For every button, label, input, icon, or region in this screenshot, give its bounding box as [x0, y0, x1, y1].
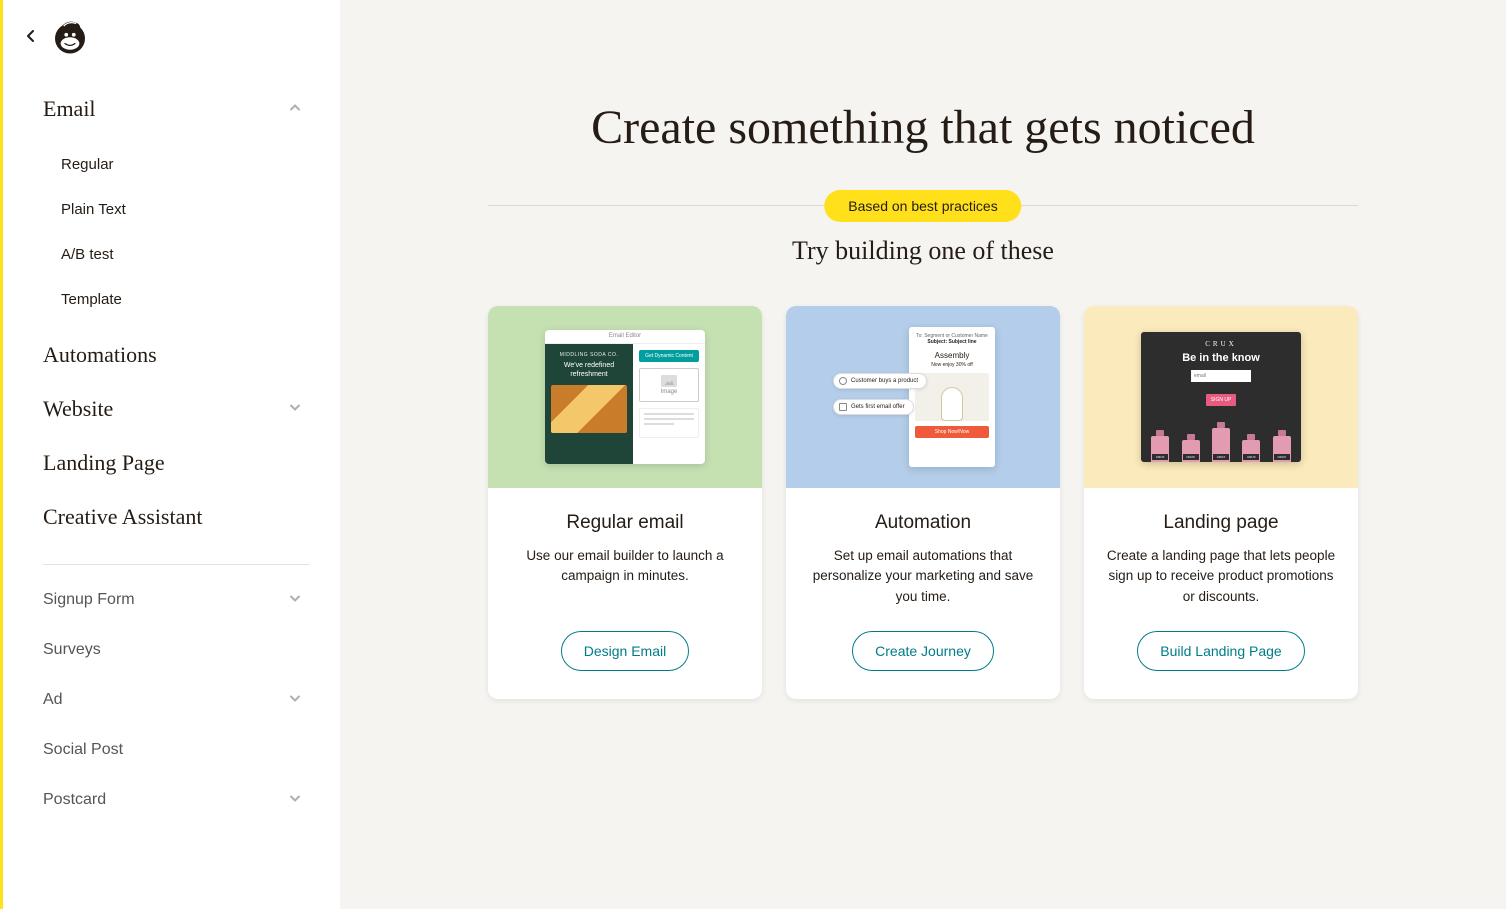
bottle-label: CRUX [1213, 454, 1229, 460]
bottle-label: CRUX [1183, 454, 1199, 460]
chevron-down-icon [288, 690, 302, 711]
nav-item-social-post[interactable]: Social Post [43, 725, 310, 775]
lamp-icon [941, 387, 963, 421]
landing-mockup: CRUX Be in the know SIGN UP CRUX CRUX CR… [1141, 332, 1301, 462]
mockup-bottles: CRUX CRUX CRUX CRUX CRUX [1141, 420, 1301, 462]
card-body: Regular email Use our email builder to l… [488, 488, 762, 699]
chip-label: Customer buys a product [851, 378, 918, 384]
chevron-down-icon [288, 399, 302, 420]
card-hero-illustration: CRUX Be in the know SIGN UP CRUX CRUX CR… [1084, 306, 1358, 488]
mockup-text-box [639, 408, 699, 438]
email-editor-mockup: Email Editor MIDDLING SODA CO. We've red… [545, 330, 705, 464]
nav-sub-ab-test[interactable]: A/B test [43, 232, 310, 277]
nav-label: Signup Form [43, 591, 135, 608]
card-description: Create a landing page that lets people s… [1102, 546, 1340, 607]
nav-sub-plain-text[interactable]: Plain Text [43, 187, 310, 232]
best-practices-pill: Based on best practices [824, 190, 1021, 222]
automation-chip-1: Customer buys a product [833, 373, 927, 389]
mockup-headline: Be in the know [1149, 352, 1293, 364]
mockup-brand: MIDDLING SODA CO. [551, 352, 627, 358]
envelope-icon [839, 403, 847, 411]
mockup-label: Email Editor [545, 330, 705, 344]
hero: Create something that gets noticed Based… [340, 0, 1506, 759]
mockup-headline: We've redefined refreshment [551, 362, 627, 379]
card-body: Landing page Create a landing page that … [1084, 488, 1358, 699]
sidebar-nav: Email Regular Plain Text A/B test Templa… [3, 72, 340, 825]
mockup-shop-btn: Shop Now!Now [915, 426, 989, 438]
sidebar: Email Regular Plain Text A/B test Templa… [0, 0, 340, 909]
nav-item-creative-assistant[interactable]: Creative Assistant [43, 490, 310, 544]
card-automation: To: Segment or Customer Name Subject: Su… [786, 306, 1060, 699]
nav-item-postcard[interactable]: Postcard [43, 775, 310, 825]
card-hero-illustration: To: Segment or Customer Name Subject: Su… [786, 306, 1060, 488]
mailchimp-logo[interactable] [49, 15, 91, 57]
target-icon [839, 377, 847, 385]
mockup-image [551, 385, 627, 433]
freddie-icon [50, 16, 90, 56]
nav-label: Ad [43, 691, 63, 708]
bottle-icon: CRUX [1182, 440, 1200, 462]
mockup-image-box: Image [639, 368, 699, 402]
nav-divider [43, 564, 310, 565]
bottle-icon: CRUX [1212, 428, 1230, 462]
bottle-icon: CRUX [1273, 436, 1291, 462]
card-regular-email: Email Editor MIDDLING SODA CO. We've red… [488, 306, 762, 699]
chevron-up-icon [288, 99, 302, 120]
chevron-left-icon [25, 30, 37, 42]
nav-item-automations[interactable]: Automations [43, 328, 310, 382]
bottle-label: CRUX [1243, 454, 1259, 460]
mockup-btn: Get Dynamic Content [639, 350, 699, 362]
bottle-icon: CRUX [1242, 440, 1260, 462]
card-title: Automation [804, 512, 1042, 534]
sidebar-top [3, 0, 340, 72]
mockup-brand: CRUX [1149, 340, 1293, 348]
card-title: Landing page [1102, 512, 1340, 534]
nav-item-landing-page[interactable]: Landing Page [43, 436, 310, 490]
mockup-title: Assembly [915, 351, 989, 360]
mockup-form [1149, 370, 1293, 382]
nav-sub-regular[interactable]: Regular [43, 142, 310, 187]
automation-phone: To: Segment or Customer Name Subject: Su… [909, 327, 995, 467]
card-description: Set up email automations that personaliz… [804, 546, 1042, 607]
nav-item-surveys[interactable]: Surveys [43, 625, 310, 675]
card-title: Regular email [506, 512, 744, 534]
mockup-signup-btn: SIGN UP [1206, 394, 1237, 406]
chevron-down-icon [288, 790, 302, 811]
nav-item-ad[interactable]: Ad [43, 675, 310, 725]
automation-mockup: To: Segment or Customer Name Subject: Su… [833, 327, 1013, 467]
nav-item-email[interactable]: Email [43, 82, 310, 136]
create-journey-button[interactable]: Create Journey [852, 631, 994, 671]
bottle-label: CRUX [1152, 454, 1168, 460]
nav-label: Postcard [43, 791, 106, 808]
mockup-img-label: Image [661, 389, 678, 395]
build-landing-page-button[interactable]: Build Landing Page [1137, 631, 1304, 671]
card-hero-illustration: Email Editor MIDDLING SODA CO. We've red… [488, 306, 762, 488]
card-row: Email Editor MIDDLING SODA CO. We've red… [340, 306, 1506, 759]
mockup-subject: Subject: Subject line [915, 339, 989, 345]
subheading: Try building one of these [340, 236, 1506, 266]
card-body: Automation Set up email automations that… [786, 488, 1060, 699]
mockup-email-input [1191, 370, 1251, 382]
nav-email-submenu: Regular Plain Text A/B test Template [43, 136, 310, 328]
nav-label: Website [43, 396, 113, 421]
nav-item-signup-form[interactable]: Signup Form [43, 575, 310, 625]
back-button[interactable] [19, 24, 43, 48]
nav-sub-template[interactable]: Template [43, 277, 310, 322]
automation-chip-2: Gets first email offer [833, 399, 914, 415]
image-placeholder-icon [661, 375, 677, 387]
divider-wrap: Based on best practices [488, 205, 1358, 206]
nav-item-website[interactable]: Website [43, 382, 310, 436]
card-description: Use our email builder to launch a campai… [506, 546, 744, 607]
page-title: Create something that gets noticed [573, 100, 1273, 155]
chip-label: Gets first email offer [851, 404, 905, 410]
app-root: Email Regular Plain Text A/B test Templa… [0, 0, 1506, 909]
bottle-icon: CRUX [1151, 436, 1169, 462]
bottle-label: CRUX [1274, 454, 1290, 460]
card-landing-page: CRUX Be in the know SIGN UP CRUX CRUX CR… [1084, 306, 1358, 699]
chevron-down-icon [288, 590, 302, 611]
design-email-button[interactable]: Design Email [561, 631, 689, 671]
main-content: Create something that gets noticed Based… [340, 0, 1506, 909]
mockup-sub: Now enjoy 30% off [915, 362, 989, 368]
nav-label: Email [43, 96, 96, 121]
